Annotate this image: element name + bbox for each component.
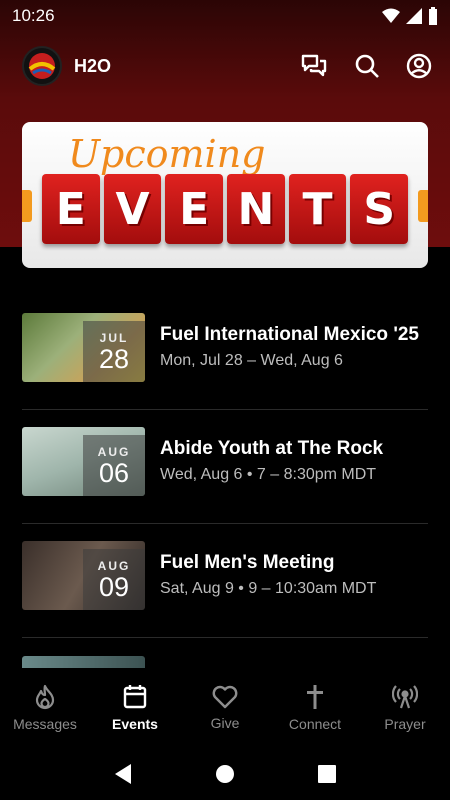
event-thumbnail: AUG 06 <box>22 427 145 496</box>
recents-icon[interactable] <box>317 764 337 784</box>
event-date-range: Wed, Aug 6 • 7 – 8:30pm MDT <box>160 466 377 483</box>
account-icon[interactable] <box>406 53 432 79</box>
event-date-range: Sat, Aug 9 • 9 – 10:30am MDT <box>160 580 377 597</box>
nav-prayer[interactable]: Prayer <box>360 668 450 748</box>
logo-mark-icon <box>28 53 56 79</box>
event-month: AUG <box>97 558 131 573</box>
cross-icon <box>307 685 323 709</box>
event-day: 28 <box>98 343 130 374</box>
event-date-range: Mon, Jul 28 – Wed, Aug 6 <box>160 352 343 369</box>
event-title: Fuel Men's Meeting <box>160 552 335 573</box>
back-icon[interactable] <box>113 763 133 785</box>
event-date-badge: JUL 28 <box>83 321 145 382</box>
upcoming-events-banner[interactable]: Upcoming E V E N T S <box>22 122 428 268</box>
event-item[interactable]: JUL 28 Fuel International Mexico '25 Mon… <box>22 296 428 410</box>
search-icon[interactable] <box>354 53 380 79</box>
heart-icon <box>212 685 238 709</box>
battery-icon <box>429 7 437 25</box>
banner-tile: S <box>350 174 409 244</box>
calendar-icon <box>123 685 147 709</box>
events-list: JUL 28 Fuel International Mexico '25 Mon… <box>22 296 428 678</box>
banner-tile: E <box>42 174 100 244</box>
event-month: AUG <box>97 444 131 459</box>
banner-tile: N <box>227 174 285 244</box>
event-date-badge: AUG 09 <box>83 549 145 610</box>
nav-label: Connect <box>288 716 342 732</box>
wifi-icon <box>382 8 400 23</box>
banner-tile: E <box>165 174 224 244</box>
event-item[interactable]: AUG 06 Abide Youth at The Rock Wed, Aug … <box>22 410 428 524</box>
nav-label: Messages <box>13 716 77 732</box>
event-day: 06 <box>98 457 130 488</box>
broadcast-icon <box>392 685 418 709</box>
banner-tile: V <box>103 174 162 244</box>
nav-events[interactable]: Events <box>90 668 180 748</box>
home-icon[interactable] <box>215 764 235 784</box>
event-month: JUL <box>99 330 129 345</box>
nav-give[interactable]: Give <box>180 668 270 748</box>
status-time: 10:26 <box>12 6 55 25</box>
banner-tiles: E V E N T S <box>42 174 409 244</box>
banner-tab-right <box>418 190 428 222</box>
bottom-navigation: Messages Events Give Connect Prayer <box>0 668 450 748</box>
event-title: Abide Youth at The Rock <box>160 438 384 459</box>
status-bar: 10:26 <box>0 0 450 32</box>
nav-label: Events <box>112 716 158 732</box>
nav-messages[interactable]: Messages <box>0 668 90 748</box>
app-logo[interactable] <box>22 46 62 86</box>
banner-tab-left <box>22 190 32 222</box>
status-icons <box>382 7 438 25</box>
signal-icon <box>406 8 422 24</box>
nav-connect[interactable]: Connect <box>270 668 360 748</box>
banner-script-text: Upcoming <box>68 132 266 176</box>
app-bar: H2O <box>0 40 450 92</box>
event-thumbnail: AUG 09 <box>22 541 145 610</box>
event-title: Fuel International Mexico '25 <box>160 324 419 345</box>
nav-label: Give <box>210 715 240 731</box>
nav-label: Prayer <box>384 716 426 732</box>
event-day: 09 <box>98 571 130 602</box>
event-item[interactable]: AUG 09 Fuel Men's Meeting Sat, Aug 9 • 9… <box>22 524 428 638</box>
event-thumbnail: JUL 28 <box>22 313 145 382</box>
system-navigation <box>0 748 450 800</box>
app-title: H2O <box>74 55 112 76</box>
chat-icon[interactable] <box>300 53 328 79</box>
flame-icon <box>35 684 55 710</box>
event-date-badge: AUG 06 <box>83 435 145 496</box>
banner-tile: T <box>288 174 347 244</box>
